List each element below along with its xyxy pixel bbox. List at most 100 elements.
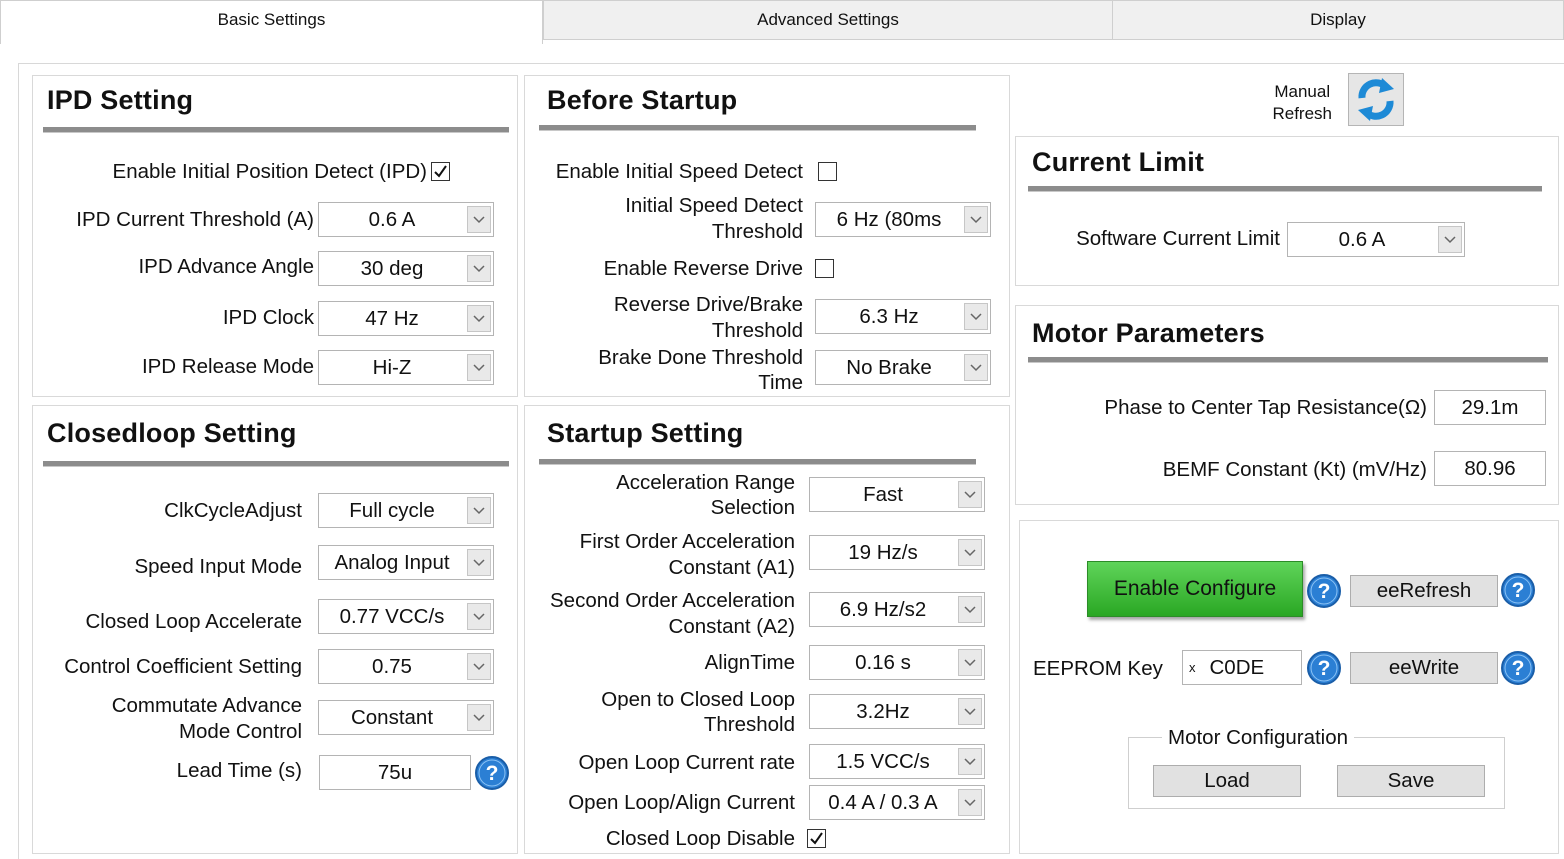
reverse-drive-checkbox[interactable] — [815, 259, 834, 278]
ee-write-button[interactable]: eeWrite — [1350, 652, 1498, 684]
tab-advanced-settings[interactable]: Advanced Settings — [543, 0, 1113, 40]
ipd-angle-label: IPD Advance Angle — [138, 255, 314, 278]
open-closed-label-line2: Threshold — [703, 713, 795, 736]
eeprom-key-input[interactable]: x C0DE — [1182, 650, 1302, 685]
select-value: No Brake — [846, 355, 932, 379]
bemf-input[interactable]: 80.96 — [1434, 451, 1546, 486]
chevron-down-icon[interactable] — [467, 305, 491, 332]
commutate-select[interactable]: Constant — [318, 700, 494, 735]
select-value: Hi-Z — [372, 355, 412, 379]
bemf-label: BEMF Constant (Kt) (mV/Hz) — [1162, 458, 1427, 481]
ipd-angle-select[interactable]: 30 deg — [318, 251, 494, 286]
ipd-clock-select[interactable]: 47 Hz — [318, 301, 494, 336]
button-label: Save — [1387, 769, 1435, 792]
chevron-down-icon[interactable] — [467, 497, 491, 524]
ipd-release-label: IPD Release Mode — [141, 355, 314, 378]
chevron-down-icon[interactable] — [958, 789, 982, 816]
load-button[interactable]: Load — [1153, 765, 1301, 797]
brake-done-label-line2: Time — [758, 371, 803, 394]
panel-title: Current Limit — [1032, 147, 1205, 177]
cl-disable-checkbox[interactable] — [807, 829, 826, 848]
open-closed-label-line1: Open to Closed Loop — [601, 688, 795, 711]
tab-label: Advanced Settings — [757, 10, 899, 29]
reverse-threshold-select[interactable]: 6.3 Hz — [815, 299, 991, 334]
speed-input-label: Speed Input Mode — [134, 555, 302, 578]
help-icon[interactable]: ? — [1306, 573, 1342, 609]
chevron-down-icon[interactable] — [467, 549, 491, 576]
chevron-down-icon[interactable] — [958, 698, 982, 725]
title-divider — [539, 125, 976, 131]
button-label: eeRefresh — [1376, 579, 1472, 602]
tab-basic-settings[interactable]: Basic Settings — [0, 0, 543, 44]
chevron-down-icon[interactable] — [1438, 226, 1462, 253]
clk-cycle-select[interactable]: Full cycle — [318, 493, 494, 528]
brake-done-select[interactable]: No Brake — [815, 350, 991, 385]
title-divider — [43, 127, 509, 133]
ol-current-rate-select[interactable]: 1.5 VCC/s — [809, 744, 985, 779]
chevron-down-icon[interactable] — [958, 596, 982, 623]
chevron-down-icon[interactable] — [467, 354, 491, 381]
chevron-down-icon[interactable] — [964, 303, 988, 330]
control-coef-select[interactable]: 0.75 — [318, 649, 494, 684]
open-closed-select[interactable]: 3.2Hz — [809, 694, 985, 729]
speed-detect-checkbox[interactable] — [818, 162, 837, 181]
ee-refresh-button[interactable]: eeRefresh — [1350, 575, 1498, 607]
reverse-threshold-label-line1: Reverse Drive/Brake — [613, 293, 803, 316]
select-value: 0.77 VCC/s — [339, 604, 445, 628]
accel-range-select[interactable]: Fast — [809, 477, 985, 512]
commutate-label-line2: Mode Control — [178, 720, 302, 743]
select-value: 0.16 s — [855, 650, 911, 674]
manual-refresh-label: Manual Refresh — [1272, 81, 1332, 125]
motor-parameters-panel: Motor Parameters Phase to Center Tap Res… — [1015, 305, 1559, 505]
sw-current-limit-select[interactable]: 0.6 A — [1287, 222, 1465, 257]
motor-configuration-label: Motor Configuration — [1162, 726, 1355, 750]
manual-refresh-button[interactable] — [1348, 73, 1404, 126]
help-icon[interactable]: ? — [474, 755, 510, 791]
eeprom-key-label: EEPROM Key — [1033, 657, 1163, 680]
commutate-label-line1: Commutate Advance — [111, 694, 302, 717]
enable-configure-button[interactable]: Enable Configure — [1087, 561, 1303, 617]
ipd-threshold-select[interactable]: 0.6 A — [318, 202, 494, 237]
button-label: eeWrite — [1388, 656, 1460, 679]
chevron-down-icon[interactable] — [467, 704, 491, 731]
ipd-release-select[interactable]: Hi-Z — [318, 350, 494, 385]
refresh-icon — [1358, 78, 1394, 121]
chevron-down-icon[interactable] — [958, 649, 982, 676]
chevron-down-icon[interactable] — [467, 603, 491, 630]
chevron-down-icon[interactable] — [958, 539, 982, 566]
chevron-down-icon[interactable] — [467, 255, 491, 282]
first-order-select[interactable]: 19 Hz/s — [809, 535, 985, 570]
chevron-down-icon[interactable] — [958, 481, 982, 508]
key-value: C0DE — [1209, 655, 1265, 679]
chevron-down-icon[interactable] — [964, 354, 988, 381]
speed-detect-label: Enable Initial Speed Detect — [555, 160, 803, 183]
help-icon[interactable]: ? — [1500, 650, 1536, 686]
closed-accel-select[interactable]: 0.77 VCC/s — [318, 599, 494, 634]
chevron-down-icon[interactable] — [467, 206, 491, 233]
svg-text:?: ? — [1318, 580, 1331, 603]
panel-title: Motor Parameters — [1032, 318, 1265, 348]
align-time-select[interactable]: 0.16 s — [809, 645, 985, 680]
button-label: Load — [1204, 769, 1250, 792]
lead-time-input[interactable]: 75u — [319, 755, 471, 790]
tab-label: Basic Settings — [217, 10, 326, 29]
save-button[interactable]: Save — [1337, 765, 1485, 797]
accel-range-label-line1: Acceleration Range — [616, 471, 795, 494]
ol-align-current-label: Open Loop/Align Current — [568, 791, 795, 814]
help-icon[interactable]: ? — [1306, 650, 1342, 686]
chevron-down-icon[interactable] — [467, 653, 491, 680]
help-icon[interactable]: ? — [1500, 572, 1536, 608]
select-value: Constant — [350, 705, 434, 729]
tab-display[interactable]: Display — [1112, 0, 1564, 40]
button-label: Enable Configure — [1113, 577, 1277, 600]
speed-input-select[interactable]: Analog Input — [318, 545, 494, 580]
resistance-input[interactable]: 29.1m — [1434, 390, 1546, 425]
select-value: Analog Input — [334, 550, 450, 574]
second-order-select[interactable]: 6.9 Hz/s2 — [809, 592, 985, 627]
chevron-down-icon[interactable] — [958, 748, 982, 775]
ipd-enable-checkbox[interactable] — [431, 162, 450, 181]
speed-threshold-select[interactable]: 6 Hz (80ms — [815, 202, 991, 237]
select-value: 6.9 Hz/s2 — [839, 597, 927, 621]
ol-align-current-select[interactable]: 0.4 A / 0.3 A — [809, 785, 985, 820]
chevron-down-icon[interactable] — [964, 206, 988, 233]
